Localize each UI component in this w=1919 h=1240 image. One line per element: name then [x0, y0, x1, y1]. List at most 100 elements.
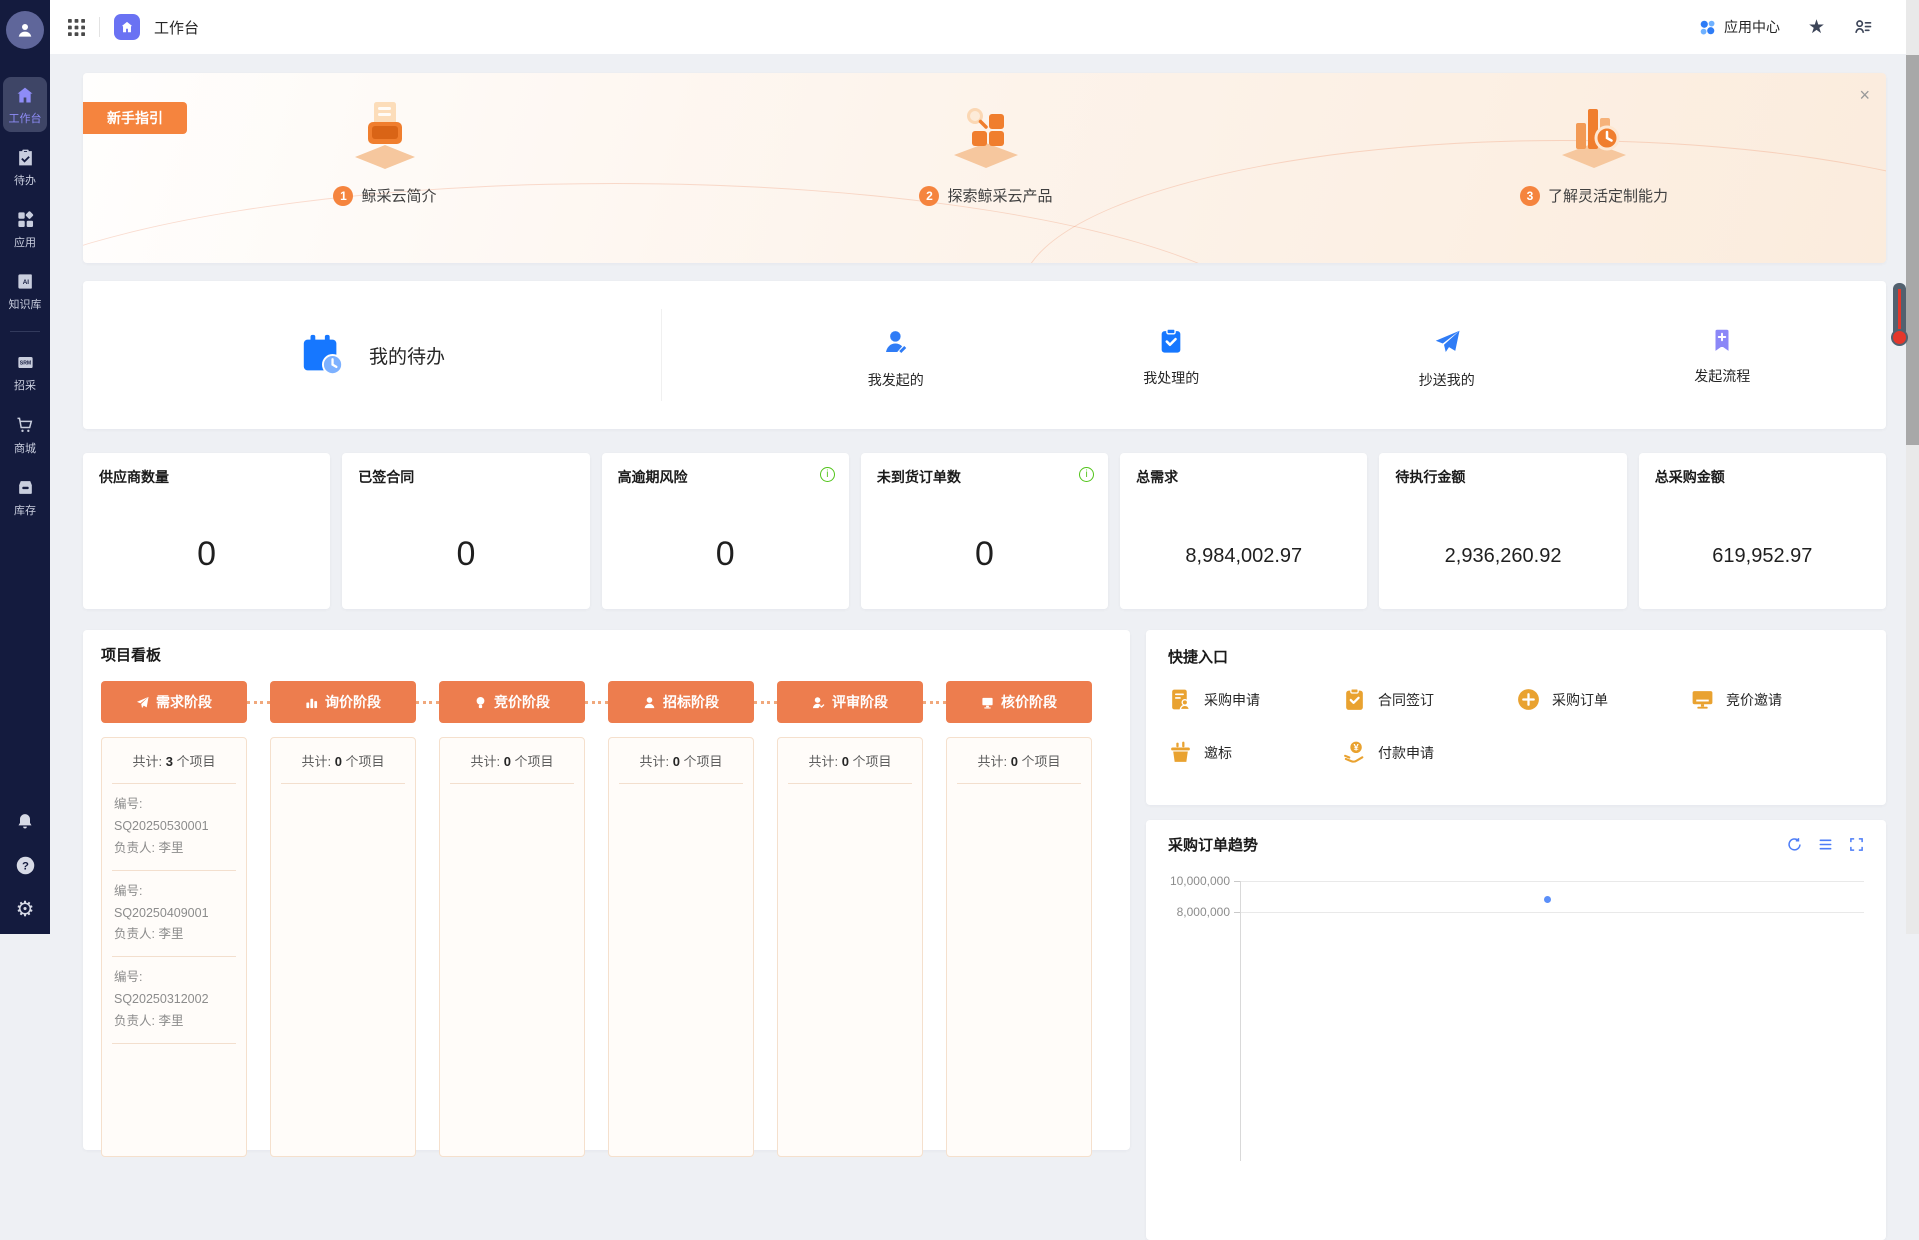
user-settings-icon[interactable]	[1853, 17, 1873, 37]
stat-value: 0	[83, 535, 330, 574]
y-axis-line	[1240, 881, 1241, 1161]
gridline	[1240, 912, 1864, 913]
data-point[interactable]	[1544, 896, 1551, 903]
quick-contract-sign[interactable]: 合同签订	[1342, 687, 1516, 712]
sidebar-item-label: 工作台	[9, 110, 42, 126]
cubes-search-3d-icon	[942, 95, 1030, 173]
project-number: 编号: SQ20250409001	[114, 881, 234, 925]
stage-connector	[923, 701, 946, 704]
count-prefix: 共计:	[808, 754, 838, 769]
quick-payment-request[interactable]: ¥ 付款申请	[1342, 740, 1516, 765]
quick-bid-invite[interactable]: 竞价邀请	[1690, 687, 1864, 712]
project-card[interactable]: 编号: SQ20250312002 负责人: 李里	[112, 957, 236, 1044]
sidebar-item-label: 招采	[14, 377, 36, 393]
svg-text:¥: ¥	[1353, 743, 1359, 753]
podium-icon	[1168, 740, 1193, 765]
count-number: 0	[842, 754, 849, 769]
gear-icon[interactable]: ⚙	[16, 899, 35, 920]
close-icon[interactable]: ×	[1859, 85, 1870, 106]
sidebar-item-apps[interactable]: 应用	[3, 202, 47, 256]
stage-column-bidding: 共计: 0 个项目	[439, 737, 585, 1157]
home-icon	[120, 20, 134, 34]
quick-entry-panel: 快捷入口 采购申请 合同签订 采购订单	[1146, 630, 1886, 805]
stage-chip-tender[interactable]: 招标阶段	[608, 681, 754, 723]
sidebar-item-workbench[interactable]: 工作台	[3, 77, 47, 132]
avatar[interactable]	[6, 11, 44, 49]
quick-invite-tender[interactable]: 邀标	[1168, 740, 1342, 765]
user-icon	[881, 327, 911, 357]
order-trend-chart: 10,000,000 8,000,000	[1168, 861, 1864, 1161]
app-center-button[interactable]: 应用中心	[1699, 17, 1780, 37]
bottom-row: 项目看板 需求阶段 询价阶段 竞价阶段	[83, 630, 1886, 1240]
shortcut-cc-to-me[interactable]: 抄送我的	[1309, 327, 1585, 390]
my-todo-entry[interactable]: 我的待办	[83, 332, 661, 378]
quick-label: 采购申请	[1204, 690, 1260, 710]
quick-entry-grid: 采购申请 合同签订 采购订单 竞价邀请	[1168, 687, 1864, 765]
step-number-badge: 3	[1520, 186, 1540, 206]
count-prefix: 共计:	[470, 754, 500, 769]
shortcut-initiated-by-me[interactable]: 我发起的	[758, 327, 1034, 390]
favorite-star-icon[interactable]: ★	[1808, 18, 1825, 37]
project-card[interactable]: 编号: SQ20250530001 负责人: 李里	[112, 784, 236, 871]
guide-tag[interactable]: 新手指引	[83, 102, 187, 134]
quick-purchase-order[interactable]: 采购订单	[1516, 687, 1690, 712]
sidebar-item-srm[interactable]: SRM 招采	[3, 345, 47, 399]
stat-card-total-purchase: 总采购金额 619,952.97	[1639, 453, 1886, 609]
scrollbar-thumb[interactable]	[1906, 55, 1919, 445]
onboarding-banner: 新手指引 × 1 鲸采云简介	[83, 73, 1886, 263]
stat-title: 供应商数量	[99, 467, 314, 487]
order-trend-header: 采购订单趋势	[1168, 834, 1864, 855]
guide-step-products[interactable]: 2 探索鲸采云产品	[846, 95, 1126, 206]
stat-card-total-demand: 总需求 8,984,002.97	[1120, 453, 1367, 609]
stage-count: 共计: 0 个项目	[788, 738, 912, 784]
right-column: 快捷入口 采购申请 合同签订 采购订单	[1146, 630, 1886, 1240]
app-center-label: 应用中心	[1724, 17, 1780, 37]
srm-badge-icon: SRM	[16, 353, 35, 372]
quick-purchase-request[interactable]: 采购申请	[1168, 687, 1342, 712]
thermometer-bulb	[1891, 329, 1908, 346]
help-icon[interactable]: ?	[15, 855, 36, 876]
stage-count: 共计: 0 个项目	[450, 738, 574, 784]
fullscreen-icon[interactable]	[1849, 837, 1864, 852]
stage-connector	[416, 701, 439, 704]
info-icon[interactable]: i	[820, 467, 835, 482]
stage-chip-inquiry[interactable]: 询价阶段	[270, 681, 416, 723]
topbar-right: 应用中心 ★	[1699, 17, 1873, 37]
stat-value: 0	[602, 535, 849, 574]
stage-column-review: 共计: 0 个项目	[777, 737, 923, 1157]
sidebar-item-inventory[interactable]: 库存	[3, 470, 47, 524]
paper-plane-icon	[136, 696, 149, 709]
count-prefix: 共计:	[639, 754, 669, 769]
bell-icon[interactable]	[15, 812, 35, 832]
stage-connector	[754, 701, 777, 704]
stage-label: 评审阶段	[832, 692, 888, 712]
sidebar-item-mall[interactable]: 商城	[3, 407, 47, 462]
project-card[interactable]: 编号: SQ20250409001 负责人: 李里	[112, 871, 236, 958]
list-icon[interactable]	[1818, 837, 1833, 852]
stage-column-tender: 共计: 0 个项目	[608, 737, 754, 1157]
scrollbar-track[interactable]	[1906, 0, 1919, 934]
stat-cards-row: 供应商数量 0 已签合同 0 高逾期风险 i 0 未到货订单数 i 0 总需求 …	[83, 453, 1886, 609]
sidebar-divider	[10, 331, 40, 332]
thermometer-widget[interactable]	[1891, 283, 1908, 355]
stat-card-undelivered-orders: 未到货订单数 i 0	[861, 453, 1108, 609]
stage-chip-demand[interactable]: 需求阶段	[101, 681, 247, 723]
cart-icon	[15, 415, 35, 435]
guide-step-customization[interactable]: 3 了解灵活定制能力	[1454, 95, 1734, 206]
stage-chip-pricing[interactable]: 核价阶段	[946, 681, 1092, 723]
shortcut-start-process[interactable]: 发起流程	[1585, 327, 1861, 390]
stage-chip-bidding[interactable]: 竞价阶段	[439, 681, 585, 723]
refresh-icon[interactable]	[1787, 837, 1802, 852]
shortcut-handled-by-me[interactable]: 我处理的	[1034, 327, 1310, 390]
step-number-badge: 2	[919, 186, 939, 206]
ai-book-icon: AI	[16, 272, 35, 291]
count-number: 0	[673, 754, 680, 769]
sidebar-item-knowledge[interactable]: AI 知识库	[3, 264, 47, 318]
stage-chip-review[interactable]: 评审阶段	[777, 681, 923, 723]
workbench-home-chip[interactable]	[114, 14, 140, 40]
app-launcher-icon[interactable]	[68, 19, 85, 36]
stat-title: 高逾期风险	[618, 467, 833, 487]
guide-step-intro[interactable]: 1 鲸采云简介	[245, 95, 525, 206]
sidebar-item-todo[interactable]: 待办	[3, 140, 47, 194]
stage-count: 共计: 0 个项目	[619, 738, 743, 784]
